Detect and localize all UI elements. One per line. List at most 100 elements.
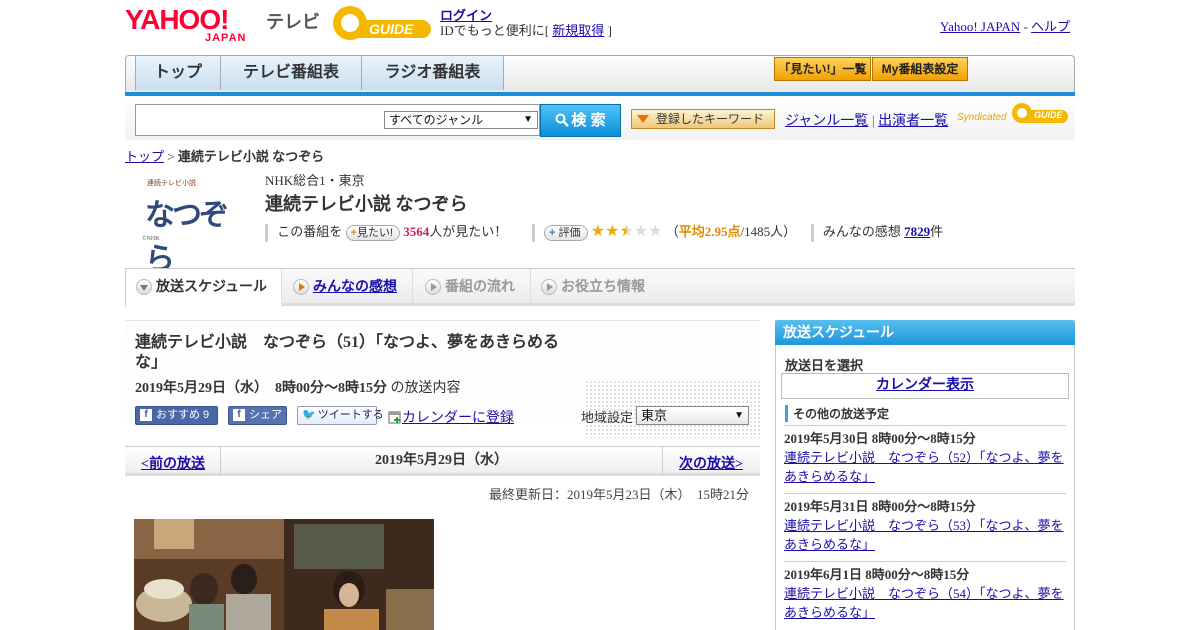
calendar-view-link[interactable]: カレンダー表示: [876, 378, 974, 393]
want-button-label: 見たい!: [356, 227, 394, 240]
gguide-logo-text: GUIDE: [369, 21, 414, 37]
want-count: 3564: [403, 224, 430, 239]
chevron-right-icon: [541, 279, 557, 295]
tab-label: 番組の流れ: [445, 278, 515, 294]
tab-label: お役立ち情報: [561, 278, 645, 294]
tab-broadcast-schedule[interactable]: 放送スケジュール: [125, 269, 282, 307]
thumb-copyright: ©NHK: [142, 236, 160, 242]
breadcrumb-top[interactable]: トップ: [125, 149, 164, 164]
id-promo-prefix: IDでもっと便利に[: [440, 23, 550, 38]
plus-icon: +: [549, 227, 556, 240]
broadcast-title-link[interactable]: 連続テレビ小説 なつぞら（52）「なつよ、夢をあきらめるな」: [784, 450, 1064, 484]
star-empty-icon: ★: [633, 223, 649, 240]
calendar-register-link[interactable]: カレンダーに登録: [402, 411, 514, 426]
select-day-label: 放送日を選択: [785, 358, 864, 373]
tab-program-flow[interactable]: 番組の流れ: [415, 269, 531, 304]
top-links: Yahoo! JAPAN - ヘルプ: [940, 16, 1070, 35]
program-stats: この番組を +見たい! 3564人が見たい！ + 評価 ★★★★★ （平均2.9…: [265, 221, 944, 243]
episode-scene-image: [134, 519, 434, 630]
impressions-label: みんなの感想: [822, 224, 901, 239]
broadcast-time: 2019年6月1日 8時00分～8時15分: [784, 567, 970, 582]
help-link[interactable]: ヘルプ: [1031, 19, 1070, 34]
tab-label: みんなの感想: [313, 278, 397, 294]
share-label: シェア: [249, 409, 282, 421]
genre-select[interactable]: すべてのジャンル ▼: [384, 111, 538, 129]
breadcrumb: トップ > 連続テレビ小説 なつぞら: [125, 146, 324, 165]
rating-count: /1485人）: [740, 224, 797, 239]
region-select[interactable]: 東京 ▼: [636, 406, 749, 425]
search-button[interactable]: 検 索: [540, 104, 621, 137]
mitai-list-button[interactable]: 「見たい!」一覧: [774, 57, 871, 81]
channel-name: NHK総合1・東京: [265, 173, 365, 188]
want-prefix: この番組を: [277, 224, 343, 239]
tweet-button[interactable]: 🐦 ツイートする: [297, 406, 384, 425]
list-item: 2019年5月30日 8時00分～8時15分 連続テレビ小説 なつぞら（52）「…: [784, 425, 1066, 486]
twitter-bird-icon: 🐦: [302, 409, 316, 421]
facebook-share-button[interactable]: f シェア: [228, 406, 287, 425]
nav-tab-top[interactable]: トップ: [135, 56, 221, 90]
genre-list-link[interactable]: ジャンル一覧: [785, 114, 868, 129]
list-item: 2019年5月31日 8時00分～8時15分 連続テレビ小説 なつぞら（53）「…: [784, 493, 1066, 554]
facebook-recommend-button[interactable]: f おすすめ 9: [135, 406, 218, 425]
signup-link[interactable]: 新規取得: [552, 23, 604, 38]
main-nav: トップ テレビ番組表 ラジオ番組表 「見たい!」一覧 My番組表設定: [125, 55, 1075, 95]
broadcast-title-link[interactable]: 連続テレビ小説 なつぞら（53）「なつよ、夢をあきらめるな」: [784, 518, 1064, 552]
nav-tab-tv-schedule[interactable]: テレビ番組表: [221, 56, 362, 90]
prev-broadcast-link[interactable]: <前の放送: [141, 453, 205, 473]
list-item: 2019年6月1日 8時00分～8時15分 連続テレビ小説 なつぞら（54）「な…: [784, 561, 1066, 622]
program-title: 連続テレビ小説 なつぞら: [265, 194, 468, 214]
id-promo-suffix: ]: [607, 23, 612, 38]
directory-links: ジャンル一覧 | 出演者一覧: [785, 110, 948, 130]
nav-tab-radio-schedule[interactable]: ラジオ番組表: [362, 56, 504, 90]
my-schedule-settings-button[interactable]: My番組表設定: [872, 57, 968, 81]
genre-select-value: すべてのジャンル: [389, 113, 484, 127]
link-divider: |: [871, 114, 875, 129]
pager-current-date: 2019年5月29日（水）: [220, 447, 663, 475]
half-star-icon: ★: [619, 223, 634, 240]
calendar-register[interactable]: カレンダーに登録: [388, 407, 514, 427]
program-subtabs: 放送スケジュール みんなの感想 番組の流れ お役立ち情報: [125, 268, 1075, 307]
chevron-right-icon: [425, 279, 441, 295]
episode-date-suffix: の放送内容: [390, 381, 461, 396]
chevron-down-icon: [136, 279, 152, 295]
dropdown-triangle-icon: [637, 115, 649, 123]
next-broadcast-link[interactable]: 次の放送>: [679, 453, 743, 473]
id-promo: IDでもっと便利に[ 新規取得 ]: [440, 20, 612, 39]
calendar-add-icon: [388, 411, 401, 424]
syndicated-gguide-logo: GUIDE: [1012, 102, 1070, 124]
rating-average-open: （: [665, 224, 679, 239]
calendar-view-box[interactable]: カレンダー表示: [781, 373, 1069, 399]
search-button-label: 検 索: [571, 112, 606, 129]
broadcast-title-link[interactable]: 連続テレビ小説 なつぞら（54）「なつよ、夢をあきらめるな」: [784, 586, 1064, 620]
star-empty-icon: ★: [648, 223, 663, 240]
want-button[interactable]: +見たい!: [345, 225, 401, 242]
broadcast-time: 2019年5月31日 8時00分～8時15分: [784, 499, 976, 514]
breadcrumb-separator: >: [167, 149, 175, 164]
yahoo-japan-logo[interactable]: YAHOO! JAPAN: [125, 6, 260, 45]
rate-button-label: 評価: [558, 227, 581, 240]
impressions-suffix: 件: [930, 224, 944, 239]
yahoo-japan-link[interactable]: Yahoo! JAPAN: [940, 19, 1020, 34]
tab-impressions[interactable]: みんなの感想: [283, 269, 413, 304]
chevron-down-icon: ▼: [523, 114, 533, 125]
registered-keywords-label: 登録したキーワード: [656, 112, 765, 126]
rate-button[interactable]: + 評価: [544, 225, 588, 242]
impressions-count[interactable]: 7829: [904, 224, 930, 239]
thumb-series-label: 連続テレビ小説: [147, 179, 196, 187]
other-broadcasts-heading: その他の放送予定: [785, 405, 889, 422]
star-icon: ★: [605, 223, 620, 240]
episode-title: 連続テレビ小説 なつぞら（51）「なつよ、夢をあきらめるな」: [135, 334, 560, 371]
episode-photo: [134, 519, 434, 630]
registered-keywords-button[interactable]: 登録したキーワード: [631, 109, 775, 129]
chevron-down-icon: ▼: [734, 410, 744, 421]
gguide-logo: GUIDE: [333, 6, 433, 42]
breadcrumb-current: 連続テレビ小説 なつぞら: [177, 149, 325, 164]
tab-useful-info[interactable]: お役立ち情報: [531, 269, 661, 304]
chevron-right-icon: [293, 279, 309, 295]
broadcast-time: 2019年5月30日 8時00分～8時15分: [784, 431, 976, 446]
star-icon: ★: [590, 223, 606, 240]
performer-list-link[interactable]: 出演者一覧: [878, 114, 948, 129]
rating-stars: ★★★★★: [590, 223, 663, 240]
episode-date: 2019年5月29日（水） 8時00分～8時15分: [135, 381, 387, 396]
region-select-value: 東京: [641, 408, 668, 423]
